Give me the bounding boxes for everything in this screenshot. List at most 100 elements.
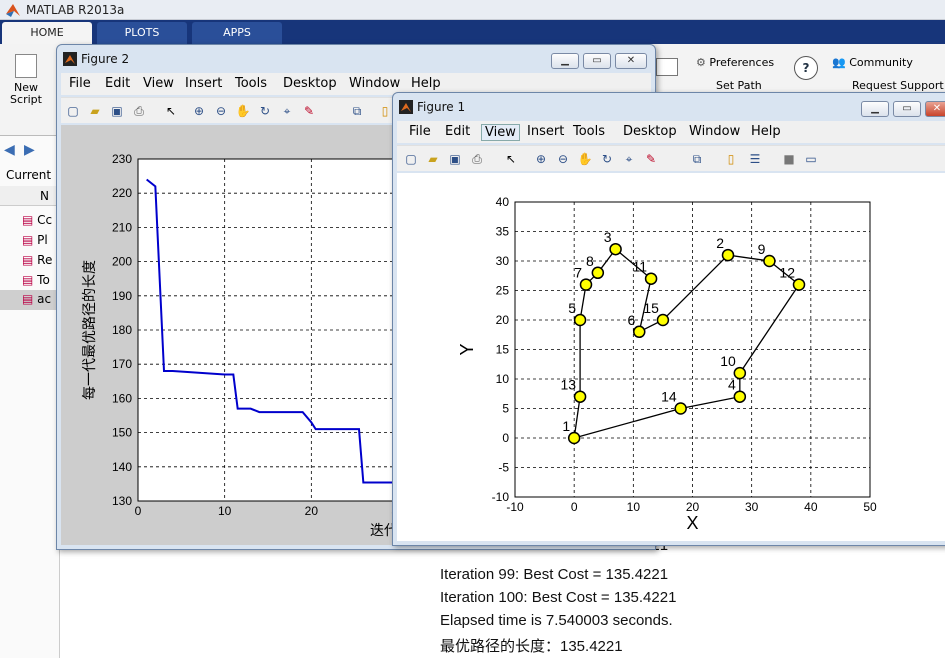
menu-window[interactable]: Window	[689, 124, 740, 139]
city-marker	[633, 325, 646, 339]
menu-help[interactable]: Help	[411, 76, 441, 91]
menu-insert[interactable]: Insert	[185, 76, 222, 91]
set-path-label: Set Path	[716, 79, 762, 91]
forward-arrow-icon[interactable]: ▶	[24, 142, 35, 158]
city-label: 15	[643, 300, 659, 316]
menu-view[interactable]: View	[481, 124, 520, 141]
print-icon[interactable]: ⎙	[131, 103, 147, 119]
m-file-icon: ▤	[22, 292, 34, 306]
hide-tools-icon[interactable]: ■	[781, 151, 797, 167]
x-tick-label: 50	[863, 500, 877, 514]
community-button[interactable]: 👥 Community	[832, 56, 913, 69]
city-marker	[609, 242, 622, 256]
y-axis-label: Y	[457, 343, 477, 355]
city-label: 3	[604, 229, 612, 245]
request-support-button[interactable]: Request Support	[852, 79, 944, 91]
zoom-out-icon[interactable]: ⊖	[213, 103, 229, 119]
new-script-button[interactable]: New Script	[6, 54, 46, 106]
zoom-in-icon[interactable]: ⊕	[533, 151, 549, 167]
tab-home[interactable]: HOME	[2, 22, 92, 44]
y-tick-label: 35	[496, 225, 510, 239]
tab-apps[interactable]: APPS	[192, 22, 282, 44]
x-tick-label: 10	[627, 500, 641, 514]
tab-plots[interactable]: PLOTS	[97, 22, 187, 44]
current-folder-label: Current	[6, 168, 52, 182]
menu-file[interactable]: File	[69, 76, 91, 91]
open-folder-icon[interactable]: ▰	[87, 103, 103, 119]
layout-icon[interactable]	[656, 58, 678, 76]
minimize-button[interactable]: ▁	[551, 53, 579, 69]
menu-file[interactable]: File	[409, 124, 431, 139]
x-tick-label: 0	[135, 504, 142, 518]
menu-tools[interactable]: Tools	[235, 76, 267, 91]
brush-icon[interactable]: ✎	[643, 151, 659, 167]
command-line: Iteration 100: Best Cost = 135.4221	[440, 589, 677, 606]
app-title: MATLAB R2013a	[26, 3, 125, 17]
pointer-icon[interactable]: ↖	[163, 103, 179, 119]
menu-desktop[interactable]: Desktop	[283, 76, 337, 91]
data-cursor-icon[interactable]: ⌖	[621, 151, 637, 167]
file-item[interactable]: ▤ Cc	[22, 213, 52, 227]
city-label: 6	[627, 312, 635, 328]
menu-insert[interactable]: Insert	[527, 124, 564, 139]
minimize-button[interactable]: ▁	[861, 101, 889, 117]
preferences-button[interactable]: ⚙ Preferences	[696, 56, 774, 69]
data-cursor-icon[interactable]: ⌖	[279, 103, 295, 119]
command-line: Elapsed time is 7.540003 seconds.	[440, 612, 673, 629]
menu-window[interactable]: Window	[349, 76, 400, 91]
file-item[interactable]: ▤ To	[22, 273, 50, 287]
figure-title: Figure 1	[417, 100, 466, 114]
set-path-button[interactable]: Set Path	[696, 79, 762, 91]
menu-edit[interactable]: Edit	[445, 124, 470, 139]
pan-icon[interactable]: ✋	[577, 151, 593, 167]
command-window[interactable]: Iteration 98: Best Cost = 135.4221 Itera…	[408, 540, 945, 658]
rotate-icon[interactable]: ↻	[599, 151, 615, 167]
figure1-window[interactable]: Figure 1 ▁ ▭ ✕ File Edit View Insert Too…	[392, 92, 945, 546]
new-file-icon[interactable]: ▢	[65, 103, 81, 119]
save-icon[interactable]: ▣	[109, 103, 125, 119]
y-tick-label: 40	[496, 195, 510, 209]
current-folder-pane: ◀ ▶ Current N ▤ Cc ▤ Pl ▤ Re ▤ To ▤ ac	[0, 136, 60, 658]
y-tick-label: 170	[112, 357, 132, 371]
y-tick-label: 10	[496, 372, 510, 386]
back-arrow-icon[interactable]: ◀	[4, 142, 15, 158]
city-label: 9	[758, 241, 766, 257]
file-item[interactable]: ▤ Pl	[22, 233, 48, 247]
menu-help[interactable]: Help	[751, 124, 781, 139]
print-icon[interactable]: ⎙	[469, 151, 485, 167]
menu-view[interactable]: View	[143, 76, 174, 91]
y-tick-label: 15	[496, 343, 510, 357]
link-plot-icon[interactable]: ⧉	[689, 151, 705, 167]
rotate-icon[interactable]: ↻	[257, 103, 273, 119]
save-icon[interactable]: ▣	[447, 151, 463, 167]
zoom-out-icon[interactable]: ⊖	[555, 151, 571, 167]
menu-tools[interactable]: Tools	[573, 124, 605, 139]
new-file-icon[interactable]: ▢	[403, 151, 419, 167]
request-support-label: Request Support	[852, 79, 944, 91]
help-icon[interactable]: ?	[794, 56, 818, 80]
file-item[interactable]: ▤ Re	[22, 253, 52, 267]
city-marker	[567, 431, 581, 445]
link-plot-icon[interactable]: ⧉	[349, 103, 365, 119]
menu-edit[interactable]: Edit	[105, 76, 130, 91]
pan-icon[interactable]: ✋	[235, 103, 251, 119]
legend-icon[interactable]: ☰	[747, 151, 763, 167]
column-header[interactable]: N	[0, 186, 60, 206]
maximize-button[interactable]: ▭	[583, 53, 611, 69]
colorbar-icon[interactable]: ▯	[377, 103, 393, 119]
open-folder-icon[interactable]: ▰	[425, 151, 441, 167]
brush-icon[interactable]: ✎	[301, 103, 317, 119]
file-item-selected[interactable]: ▤ ac	[0, 290, 60, 310]
y-tick-label: 210	[112, 220, 132, 234]
pointer-icon[interactable]: ↖	[503, 151, 519, 167]
city-marker	[656, 313, 670, 327]
close-button[interactable]: ✕	[615, 53, 647, 69]
close-button[interactable]: ✕	[925, 101, 945, 117]
menu-desktop[interactable]: Desktop	[623, 124, 677, 139]
y-tick-label: 190	[112, 289, 132, 303]
dock-icon[interactable]: ▭	[803, 151, 819, 167]
maximize-button[interactable]: ▭	[893, 101, 921, 117]
colorbar-icon[interactable]: ▯	[723, 151, 739, 167]
zoom-in-icon[interactable]: ⊕	[191, 103, 207, 119]
community-label: Community	[849, 56, 913, 69]
